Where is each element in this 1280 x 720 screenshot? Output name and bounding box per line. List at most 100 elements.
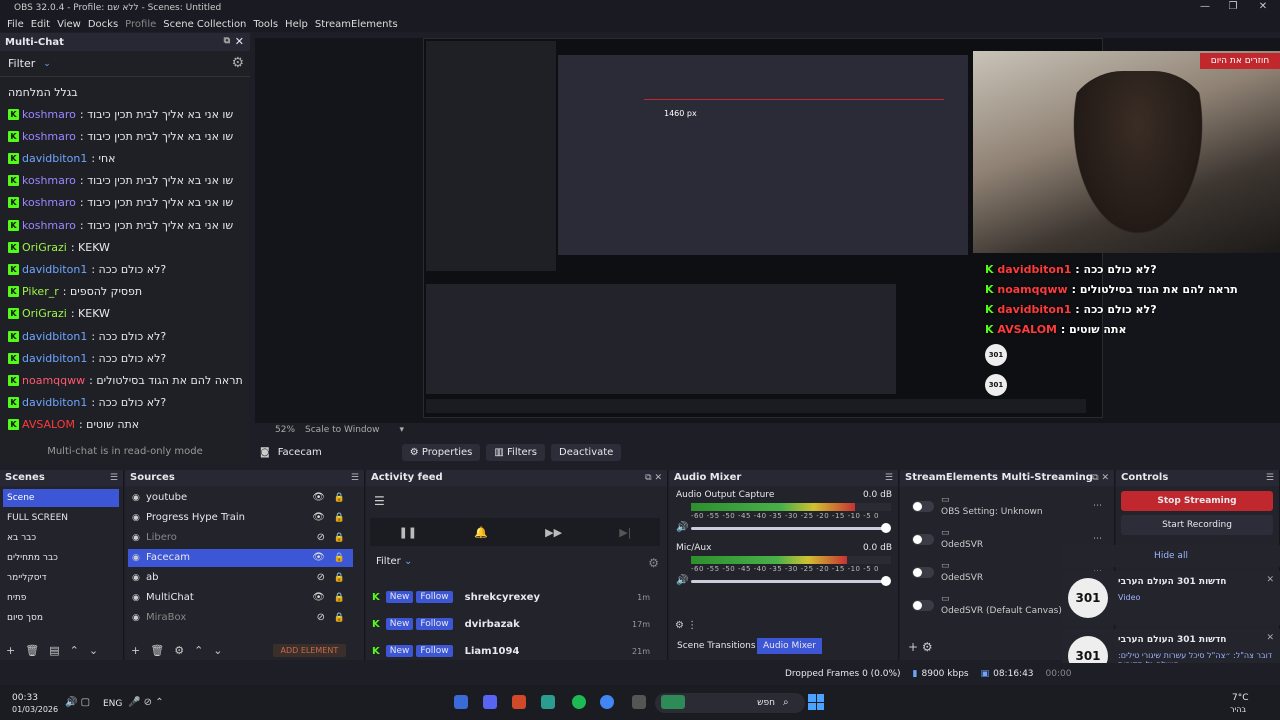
scene-item[interactable]: דיסקליימר bbox=[3, 569, 119, 587]
spotify-icon[interactable] bbox=[572, 695, 586, 709]
move-down-icon[interactable]: ⌄ bbox=[213, 644, 222, 657]
chat-username[interactable]: davidbiton1 bbox=[22, 330, 87, 343]
chat-username[interactable]: Piker_r bbox=[22, 285, 59, 298]
trash-icon[interactable]: 🗑 bbox=[150, 644, 164, 657]
dock-menu-icon[interactable]: ☰ bbox=[351, 470, 359, 486]
source-item[interactable]: ◉ youtube 👁 🔒 bbox=[128, 489, 353, 507]
menu-scene-collection[interactable]: Scene Collection bbox=[163, 19, 246, 30]
chat-username[interactable]: davidbiton1 bbox=[22, 263, 87, 276]
taskbar-date[interactable]: 01/03/2026 bbox=[12, 705, 58, 714]
scene-item[interactable]: FULL SCREEN bbox=[3, 509, 119, 527]
activity-row[interactable]: K New Follow shrekcyrexey 1m bbox=[372, 586, 662, 608]
destination-toggle[interactable] bbox=[912, 600, 934, 611]
bell-icon[interactable]: 🔔 bbox=[474, 526, 488, 539]
eye-icon[interactable]: 👁 bbox=[312, 549, 325, 567]
destination-toggle[interactable] bbox=[912, 501, 934, 512]
more-icon[interactable]: ⋯ bbox=[1093, 501, 1102, 511]
hide-all-button[interactable]: Hide all bbox=[1062, 545, 1280, 567]
gear-icon[interactable]: ⚙ bbox=[231, 55, 244, 71]
chat-username[interactable]: koshmaro bbox=[22, 219, 76, 232]
close-icon[interactable]: ⧉ ✕ bbox=[645, 470, 662, 486]
scene-item[interactable]: Scene bbox=[3, 489, 119, 507]
activity-row[interactable]: K New Follow dvirbazak 17m bbox=[372, 613, 662, 635]
tab-audio-mixer[interactable]: Audio Mixer bbox=[757, 638, 822, 654]
chrome-icon[interactable] bbox=[600, 695, 614, 709]
menu-view[interactable]: View bbox=[57, 19, 81, 30]
start-recording-button[interactable]: Start Recording bbox=[1121, 515, 1273, 535]
volume-slider[interactable] bbox=[691, 527, 886, 530]
add-icon[interactable]: + bbox=[131, 644, 140, 657]
start-icon[interactable] bbox=[808, 694, 824, 710]
scene-item[interactable]: כבר מתחילים bbox=[3, 549, 119, 567]
skip-icon[interactable]: ▶▶ bbox=[545, 526, 562, 539]
close-button[interactable]: ✕ bbox=[1248, 0, 1278, 16]
stop-streaming-button[interactable]: Stop Streaming bbox=[1121, 491, 1273, 511]
volume-knob[interactable] bbox=[881, 576, 891, 586]
filter-icon[interactable]: ▤ bbox=[49, 644, 59, 657]
menu-icon[interactable]: ☰ bbox=[374, 494, 385, 508]
volume-knob[interactable] bbox=[881, 523, 891, 533]
eye-icon[interactable]: 👁 bbox=[312, 589, 325, 607]
menu-help[interactable]: Help bbox=[285, 19, 308, 30]
chevron-down-icon[interactable]: ⌄ bbox=[404, 556, 412, 567]
filters-button[interactable]: ▥ Filters bbox=[486, 443, 546, 461]
chat-username[interactable]: AVSALOM bbox=[22, 418, 75, 431]
destination-toggle[interactable] bbox=[912, 567, 934, 578]
scale-mode[interactable]: Scale to Window bbox=[305, 425, 379, 435]
scene-item[interactable]: פתיח bbox=[3, 589, 119, 607]
mixer-settings-icon[interactable]: ⚙ ⋮ bbox=[675, 620, 697, 631]
lock-icon[interactable]: 🔒 bbox=[334, 609, 345, 627]
menu-profile[interactable]: Profile bbox=[125, 19, 156, 30]
zoom-level[interactable]: 52% bbox=[275, 425, 295, 435]
chat-username[interactable]: OriGrazi bbox=[22, 241, 67, 254]
gear-icon[interactable]: ⚙ bbox=[648, 556, 659, 570]
menu-docks[interactable]: Docks bbox=[88, 19, 118, 30]
chat-username[interactable]: koshmaro bbox=[22, 196, 76, 209]
dock-menu-icon[interactable]: ☰ bbox=[1266, 470, 1274, 486]
add-icon[interactable]: + bbox=[6, 644, 15, 657]
chat-username[interactable]: davidbiton1 bbox=[22, 396, 87, 409]
scene-item[interactable]: כבר בא bbox=[3, 529, 119, 547]
eye-off-icon[interactable]: ⊘ bbox=[317, 609, 325, 627]
minimize-button[interactable]: — bbox=[1190, 0, 1220, 16]
add-icon[interactable]: + ⚙ bbox=[908, 640, 933, 654]
dock-menu-icon[interactable]: ☰ bbox=[885, 470, 893, 486]
app-icon[interactable] bbox=[661, 695, 685, 709]
scene-item[interactable]: מסך סיום bbox=[3, 609, 119, 627]
search-icon[interactable]: ⌕ bbox=[783, 697, 789, 708]
explorer-icon[interactable] bbox=[632, 695, 646, 709]
chat-username[interactable]: OriGrazi bbox=[22, 307, 67, 320]
app-icon[interactable] bbox=[541, 695, 555, 709]
menu-edit[interactable]: Edit bbox=[31, 19, 50, 30]
source-item[interactable]: ◉ ab ⊘ 🔒 bbox=[128, 569, 353, 587]
speaker-icon[interactable]: 🔊 bbox=[676, 522, 688, 533]
lock-icon[interactable]: 🔒 bbox=[334, 589, 345, 607]
lock-icon[interactable]: 🔒 bbox=[334, 489, 345, 507]
lock-icon[interactable]: 🔒 bbox=[334, 509, 345, 527]
source-item[interactable]: ◉ Libero ⊘ 🔒 bbox=[128, 529, 353, 547]
tray-icons[interactable]: 🎤 ⊘ ⌃ bbox=[128, 697, 164, 708]
properties-button[interactable]: ⚙ Properties bbox=[401, 443, 481, 461]
lock-icon[interactable]: 🔒 bbox=[334, 569, 345, 587]
menu-tools[interactable]: Tools bbox=[253, 19, 278, 30]
source-item[interactable]: ◉ Progress Hype Train 👁 🔒 bbox=[128, 509, 353, 527]
activity-filter[interactable]: Filter ⌄ bbox=[376, 556, 412, 567]
eye-icon[interactable]: 👁 bbox=[312, 509, 325, 527]
add-element-button[interactable]: ADD ELEMENT bbox=[272, 643, 347, 657]
chevron-down-icon[interactable]: ▾ bbox=[399, 425, 404, 435]
menu-streamelements[interactable]: StreamElements bbox=[315, 19, 398, 30]
source-item[interactable]: ◉ MiraBox ⊘ 🔒 bbox=[128, 609, 353, 627]
notification[interactable]: 301 חדשות 301 העולם הערבי Video ✕ bbox=[1062, 571, 1280, 625]
taskbar-clock[interactable]: 00:33 bbox=[12, 693, 38, 703]
chat-username[interactable]: davidbiton1 bbox=[22, 152, 87, 165]
trash-icon[interactable]: 🗑 bbox=[25, 644, 39, 657]
chat-username[interactable]: davidbiton1 bbox=[22, 352, 87, 365]
activity-row[interactable]: K New Follow Liam1094 21m bbox=[372, 640, 662, 662]
maximize-button[interactable]: ❐ bbox=[1218, 0, 1248, 16]
multichat-filter[interactable]: Filter ⌄ ⚙ bbox=[0, 51, 250, 77]
pause-icon[interactable]: ❚❚ bbox=[399, 526, 417, 539]
tray-icons[interactable]: 🔊 ▢ bbox=[65, 697, 90, 708]
filter-label[interactable]: Filter bbox=[8, 57, 35, 70]
close-icon[interactable]: ✕ bbox=[1266, 575, 1274, 585]
destination-toggle[interactable] bbox=[912, 534, 934, 545]
